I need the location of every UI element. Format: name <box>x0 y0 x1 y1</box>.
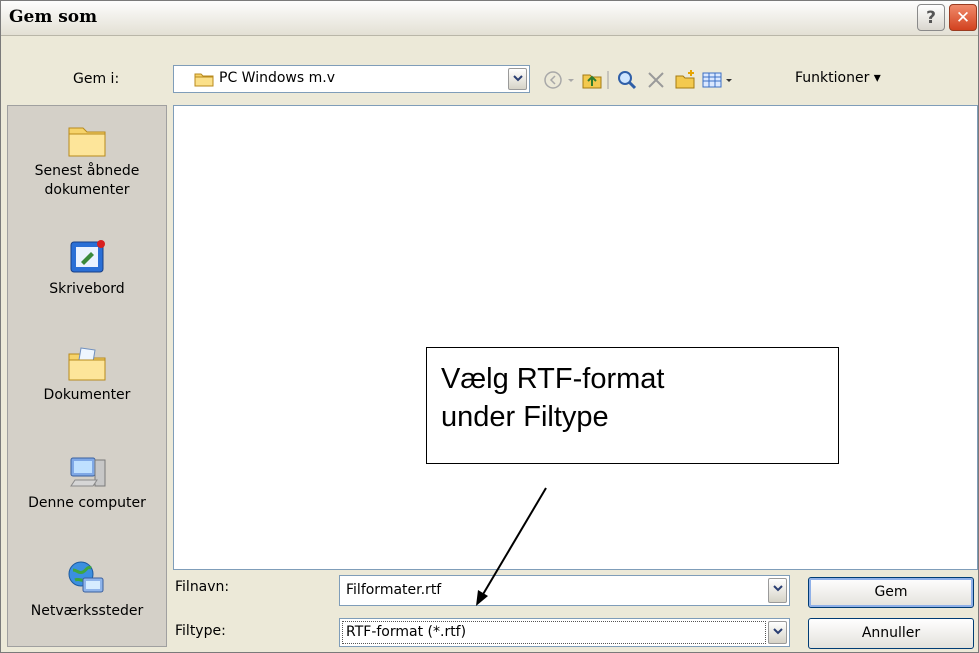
callout-arrow <box>476 487 547 606</box>
